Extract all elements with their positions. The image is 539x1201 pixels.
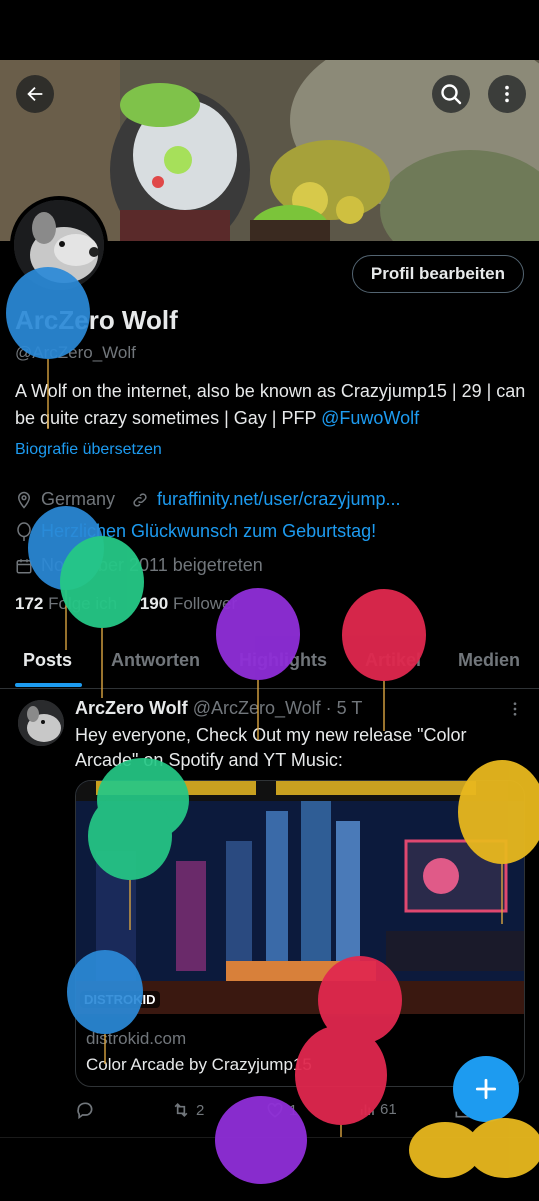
meta-row-location-website: Germany furaffinity.net/user/crazyjump..…	[15, 489, 400, 510]
link-card-image: DISTROKID	[76, 781, 524, 1014]
tab-highlights[interactable]: Highlights	[239, 650, 327, 671]
views-count: 61	[380, 1100, 397, 1118]
meta-row-birthday: Herzlichen Glückwunsch zum Geburtstag!	[15, 521, 376, 542]
tab-replies[interactable]: Antworten	[111, 650, 200, 671]
following-stat[interactable]: 172 Folge ich	[15, 594, 117, 613]
balloon-icon	[17, 521, 31, 541]
reply-icon	[77, 1102, 93, 1120]
avatar-image	[14, 200, 104, 290]
like-icon	[267, 1102, 283, 1118]
profile-tabs: Posts Antworten Highlights Artikel Medie…	[0, 640, 539, 689]
like-button[interactable]: 1	[265, 1100, 297, 1120]
post-avatar-image	[18, 700, 64, 746]
active-tab-indicator	[15, 683, 82, 687]
link-card[interactable]: DISTROKID distrokid.com Color Arcade by …	[75, 780, 525, 1087]
like-count: 1	[289, 1101, 298, 1119]
tab-media[interactable]: Medien	[458, 650, 520, 671]
calendar-icon	[16, 558, 32, 573]
post-text: Hey everyone, Check Out my new release "…	[75, 725, 467, 770]
reply-button[interactable]	[75, 1100, 95, 1120]
card-title: Color Arcade by Crazyjump15	[86, 1055, 312, 1074]
birthday-text: Herzlichen Glückwunsch zum Geburtstag!	[41, 521, 377, 541]
back-button[interactable]	[16, 75, 54, 113]
followers-stat[interactable]: 190 Follower	[140, 594, 237, 613]
post-more-icon[interactable]	[506, 700, 524, 718]
meta-row-joined: November 2011 beigetreten	[15, 555, 263, 576]
views-button[interactable]: 61	[358, 1100, 397, 1118]
retweet-button[interactable]: 2	[170, 1100, 204, 1120]
profile-bio: A Wolf on the internet, also be known as…	[15, 378, 530, 432]
bottom-navigation	[0, 1137, 539, 1201]
search-icon	[441, 84, 462, 105]
following-label: Folge ich	[48, 594, 118, 613]
card-badge: DISTROKID	[80, 991, 160, 1008]
more-vertical-icon	[505, 85, 509, 103]
bio-text: A Wolf on the internet, also be known as…	[15, 381, 526, 428]
post-handle-time: @ArcZero_Wolf · 5 T	[192, 698, 363, 718]
followers-label: Follower	[172, 594, 238, 613]
translate-bio-link[interactable]: Biografie übersetzen	[15, 441, 162, 459]
following-count: 172	[15, 594, 44, 613]
search-button[interactable]	[432, 75, 470, 113]
compose-post-button[interactable]	[453, 1056, 519, 1122]
back-arrow-icon	[27, 86, 43, 102]
plus-icon	[475, 1078, 497, 1100]
post-author[interactable]: ArcZero Wolf	[75, 698, 188, 718]
retweet-icon	[174, 1102, 188, 1118]
bio-mention-link[interactable]: @FuwoWolf	[321, 408, 419, 428]
card-art	[76, 781, 524, 1014]
edit-profile-button[interactable]: Profil bearbeiten	[351, 255, 524, 293]
retweet-count: 2	[196, 1101, 205, 1119]
website-link[interactable]: furaffinity.net/user/crazyjump...	[157, 489, 400, 510]
post-header: ArcZero Wolf @ArcZero_Wolf · 5 T	[75, 698, 362, 719]
profile-avatar[interactable]	[10, 196, 108, 294]
profile-name: ArcZero Wolf	[15, 305, 178, 335]
tab-posts[interactable]: Posts	[23, 650, 72, 671]
tab-articles[interactable]: Artikel	[365, 650, 421, 671]
follow-stats: 172 Folge ich 190 Follower	[15, 594, 237, 614]
followers-count: 190	[139, 594, 169, 613]
link-icon	[133, 492, 147, 507]
joined-text: November 2011 beigetreten	[41, 555, 263, 575]
post-avatar[interactable]	[18, 700, 64, 746]
status-bar	[0, 0, 539, 60]
card-domain: distrokid.com	[86, 1029, 187, 1048]
views-icon	[360, 1104, 374, 1115]
more-button[interactable]	[488, 75, 526, 113]
location-text: Germany	[41, 489, 116, 509]
profile-handle: @ArcZero_Wolf	[15, 343, 136, 362]
location-icon	[17, 491, 31, 509]
